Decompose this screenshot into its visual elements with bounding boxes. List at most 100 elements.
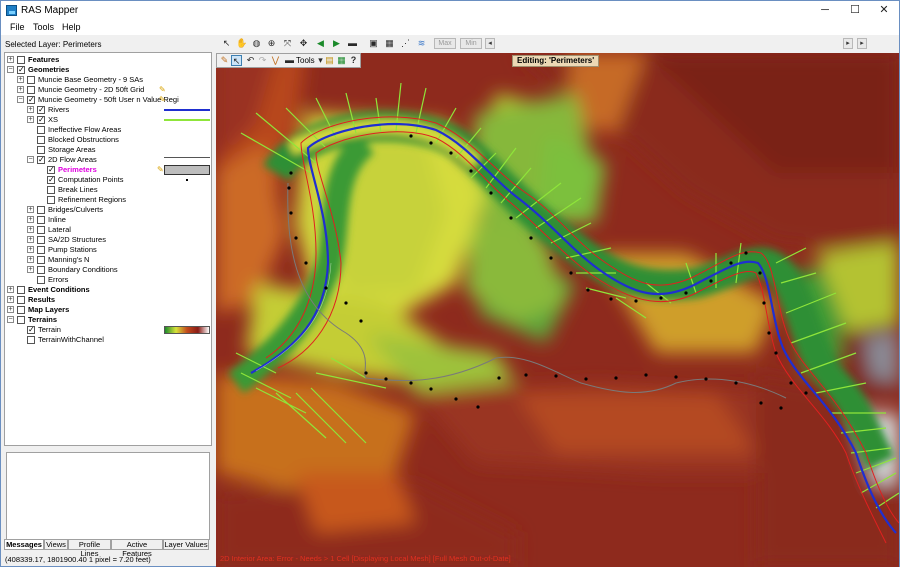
collapse-icon[interactable]: −	[7, 316, 14, 323]
tools-dropdown[interactable]: Tools	[296, 56, 315, 65]
pencil-icon[interactable]: ✎	[157, 165, 164, 175]
max-button[interactable]: Max	[434, 38, 456, 49]
back-arrow-icon[interactable]: ◀	[315, 38, 326, 49]
checkbox-geo1[interactable]	[27, 76, 35, 84]
checkbox-map-layers[interactable]	[17, 306, 25, 314]
expand-icon[interactable]: +	[27, 226, 34, 233]
select-arrow-icon[interactable]: ↖	[221, 38, 232, 49]
checkbox-refinement[interactable]	[47, 196, 55, 204]
zoom-full-icon[interactable]: ✥	[298, 38, 309, 49]
checkbox-terrains[interactable]	[17, 316, 25, 324]
checkbox-geo2[interactable]	[27, 86, 35, 94]
tab-views[interactable]: Views	[44, 539, 68, 550]
expand-icon[interactable]: +	[7, 296, 14, 303]
tree-label: Muncie Geometry - 50ft User n Value Regi	[38, 95, 179, 104]
redo-icon[interactable]: ↷	[257, 55, 268, 66]
checkbox-xs[interactable]: ✓	[37, 116, 45, 124]
forward-arrow-icon[interactable]: ▶	[331, 38, 342, 49]
collapse-icon[interactable]: −	[7, 66, 14, 73]
layer-image-icon[interactable]: ▣	[368, 38, 379, 49]
expand-icon[interactable]: +	[17, 86, 24, 93]
expand-icon[interactable]: +	[27, 236, 34, 243]
collapse-icon[interactable]: −	[27, 156, 34, 163]
checkbox-terrain[interactable]: ✓	[27, 326, 35, 334]
checkbox-sa2d[interactable]	[37, 236, 45, 244]
scroll-left-icon[interactable]: ◂	[485, 38, 495, 49]
checkbox-mannings[interactable]	[37, 256, 45, 264]
checkbox-lateral[interactable]	[37, 226, 45, 234]
minimize-button[interactable]: ─	[810, 1, 840, 20]
tree-label: Storage Areas	[48, 145, 96, 154]
expand-icon[interactable]: +	[7, 56, 14, 63]
tab-messages[interactable]: Messages	[4, 539, 44, 550]
checkbox-rivers[interactable]: ✓	[37, 106, 45, 114]
scroll-end-icon[interactable]: ▸	[857, 38, 867, 49]
help-icon[interactable]: ?	[348, 55, 359, 66]
collapse-icon[interactable]: −	[17, 96, 24, 103]
checkbox-inline[interactable]	[37, 216, 45, 224]
expand-icon[interactable]: +	[17, 76, 24, 83]
checkbox-bridges[interactable]	[37, 206, 45, 214]
tab-profile-lines[interactable]: Profile Lines	[68, 539, 111, 558]
expand-icon[interactable]: +	[27, 246, 34, 253]
tree-label: TerrainWithChannel	[38, 335, 104, 344]
maximize-button[interactable]: ☐	[840, 1, 870, 20]
expand-icon[interactable]: +	[27, 216, 34, 223]
profile-icon[interactable]: ⋰	[400, 38, 411, 49]
menu-tools[interactable]: Tools	[33, 22, 54, 32]
animation-icon[interactable]: ≋	[416, 38, 427, 49]
checkbox-terrain-channel[interactable]	[27, 336, 35, 344]
menu-file[interactable]: File	[10, 22, 25, 32]
checkbox-errors[interactable]	[37, 276, 45, 284]
expand-icon[interactable]: +	[27, 266, 34, 273]
checkbox-event-conditions[interactable]	[17, 286, 25, 294]
tab-active-features[interactable]: Active Features	[111, 539, 163, 558]
zoom-extent-icon[interactable]: ⤧	[282, 38, 293, 49]
toolbox-icon[interactable]: ▬	[284, 55, 295, 66]
checkbox-boundary[interactable]	[37, 266, 45, 274]
checkbox-results[interactable]	[17, 296, 25, 304]
table-icon[interactable]: ▦	[336, 55, 347, 66]
menu-help[interactable]: Help	[62, 22, 81, 32]
checkbox-storage[interactable]	[37, 146, 45, 154]
checkbox-pumps[interactable]	[37, 246, 45, 254]
tree-label: Errors	[48, 275, 69, 284]
grid-icon[interactable]: ▦	[384, 38, 395, 49]
checkbox-computation-points[interactable]: ✓	[47, 176, 55, 184]
ruler-icon[interactable]: ▬	[347, 38, 358, 49]
properties-icon[interactable]: ▤	[324, 55, 335, 66]
checkbox-break-lines[interactable]	[47, 186, 55, 194]
scroll-right-icon[interactable]: ▸	[843, 38, 853, 49]
expand-icon[interactable]: +	[7, 286, 14, 293]
xs-legend-swatch	[164, 119, 210, 121]
map-canvas[interactable]: ✎ ↖ ↶ ↷ ⋁ ▬ Tools ▾ ▤ ▦ ? Editing: 'Peri…	[216, 53, 899, 567]
tab-layer-values[interactable]: Layer Values	[163, 539, 209, 550]
close-button[interactable]: ✕	[869, 1, 899, 20]
expand-icon[interactable]: +	[27, 206, 34, 213]
checkbox-ineffective[interactable]	[37, 126, 45, 134]
globe-icon[interactable]: ◍	[251, 38, 262, 49]
zoom-in-icon[interactable]: ⊕	[266, 38, 277, 49]
pencil-icon[interactable]: ✎	[159, 95, 166, 105]
undo-icon[interactable]: ↶	[245, 55, 256, 66]
expand-icon[interactable]: +	[27, 106, 34, 113]
tree-label: Features	[28, 55, 60, 64]
checkbox-geo3[interactable]: ✓	[27, 96, 35, 104]
expand-icon[interactable]: +	[7, 306, 14, 313]
checkbox-features[interactable]	[17, 56, 25, 64]
checkbox-2d-flow-areas[interactable]: ✓	[37, 156, 45, 164]
menu-bar: File Tools Help	[1, 20, 899, 35]
pencil-icon[interactable]: ✎	[159, 85, 166, 95]
expand-icon[interactable]: +	[27, 256, 34, 263]
min-button[interactable]: Min	[460, 38, 482, 49]
edit-pencil-icon[interactable]: ✎	[219, 55, 230, 66]
checkbox-geometries[interactable]: ✓	[17, 66, 25, 74]
checkbox-blocked[interactable]	[37, 136, 45, 144]
draw-line-icon[interactable]: ⋁	[270, 55, 281, 66]
select-pointer-icon[interactable]: ↖	[231, 55, 242, 66]
messages-panel[interactable]	[6, 452, 210, 540]
expand-icon[interactable]: +	[27, 116, 34, 123]
checkbox-perimeters[interactable]: ✓	[47, 166, 55, 174]
pan-hand-icon[interactable]: ✋	[236, 38, 247, 49]
tree-label-selected: Perimeters	[58, 165, 97, 174]
